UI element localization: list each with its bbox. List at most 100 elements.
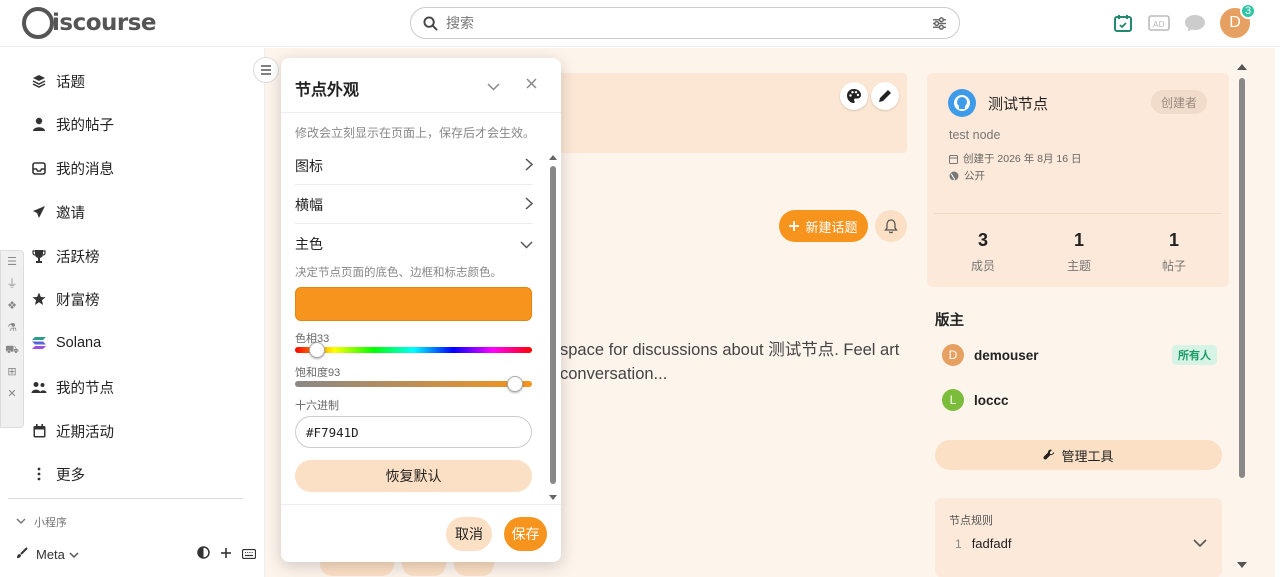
section-icon[interactable]: 图标 [295,147,534,185]
sidebar-item-topics[interactable]: 话题 [30,69,85,93]
stat-label: 主题 [1066,259,1091,273]
sidebar-item-my-messages[interactable]: 我的消息 [30,156,114,180]
hue-slider-handle[interactable] [308,342,325,358]
created-text: 创建于 2026 年 8月 16 日 [963,153,1082,165]
visibility-text: 公开 [964,170,985,182]
node-visibility: 公开 [949,168,985,183]
stat-label: 帖子 [1161,259,1186,273]
section-primary-color[interactable]: 主色 [295,225,533,263]
edit-button[interactable] [871,82,899,110]
plug-icon[interactable]: ⏚ [7,277,18,291]
section-banner[interactable]: 横幅 [295,186,534,224]
sidebar: 话题 我的帖子 我的消息 邀请 活跃榜 财富榜 Solana 我的节点 近期活动… [0,48,265,577]
primary-color-description: 决定节点页面的底色、边框和标志颜色。 [295,267,502,279]
scroll-down-icon[interactable] [549,495,557,500]
save-button[interactable]: 保存 [504,517,547,551]
restore-default-button[interactable]: 恢复默认 [295,460,532,492]
calendar-icon [949,154,958,164]
user-avatar[interactable]: D 3 [1220,3,1256,38]
brush-icon [16,546,28,562]
stat-value: 1 [1168,230,1179,250]
sidebar-section-mini-apps[interactable]: 小程序 [16,514,67,530]
palette-icon [847,89,861,103]
search-filter-icon[interactable] [932,16,947,31]
sidebar-item-my-posts[interactable]: 我的帖子 [30,112,114,136]
saturation-slider-handle[interactable] [507,376,524,392]
search-bar[interactable]: 搜索 [410,7,960,39]
sidebar-item-label: 更多 [56,467,85,484]
sidebar-item-my-nodes[interactable]: 我的节点 [30,375,114,399]
stats-divider [934,213,1222,214]
rule-item[interactable]: 1 fadfadf [955,536,1207,551]
popover-hint: 修改会立刻显示在页面上，保存后才会生效。 [295,126,536,140]
sidebar-item-solana[interactable]: Solana [30,331,101,355]
creator-badge: 创建者 [1151,90,1207,114]
flask-icon[interactable]: ⚗ [7,321,17,335]
theme-toggle-icon[interactable] [197,546,210,562]
moderator-row[interactable]: D demouser 所有人 [942,344,1217,366]
palette-button[interactable] [840,82,868,110]
popover-title: 节点外观 [295,82,360,99]
chevron-down-icon[interactable] [1193,536,1207,551]
chevron-down-icon[interactable] [69,547,79,562]
cart-icon[interactable]: ⊞ [7,365,16,379]
popover-header: 节点外观 [281,58,561,113]
new-topic-button[interactable]: 新建话题 [779,210,868,242]
scrollbar-thumb[interactable] [550,166,556,484]
saturation-slider[interactable] [295,376,532,392]
node-about-text: space for discussions about 测试节点. Feel a… [560,341,900,383]
chat-icon[interactable] [1184,12,1206,34]
meta-dropdown[interactable]: Meta [36,547,65,562]
stat-value: 3 [977,230,988,250]
sidebar-item-invite[interactable]: 邀请 [30,200,85,224]
close-icon[interactable] [526,76,537,94]
close-icon[interactable]: ✕ [7,387,16,401]
hamburger-icon [261,65,271,75]
saturation-label: 饱和度93 [295,367,341,379]
moderator-row[interactable]: L loccc [942,389,1217,411]
chevron-right-icon [525,157,534,174]
trophy-icon [30,247,48,265]
cubes-icon[interactable]: ❖ [7,299,17,313]
ad-icon[interactable]: AD [1148,12,1170,34]
user-icon [30,115,48,133]
moderators-title: 版主 [935,313,964,329]
sidebar-item-wealth-rank[interactable]: 财富榜 [30,287,100,311]
section-label: 小程序 [34,517,67,529]
chevron-down-icon[interactable] [487,78,500,96]
chevron-right-icon [525,196,534,213]
site-logo[interactable]: iscourse [22,6,157,40]
avatar: L [942,389,964,411]
sidebar-item-more[interactable]: 更多 [30,462,85,486]
section-label: 图标 [295,157,323,174]
cancel-button[interactable]: 取消 [446,517,492,551]
hue-slider[interactable] [295,342,532,358]
discourse-logo-icon [22,7,54,39]
popover-scrollbar[interactable] [549,153,557,500]
sidebar-item-label: 我的消息 [56,161,114,178]
chevron-down-icon [16,516,26,528]
scroll-up-icon[interactable] [549,155,557,160]
hex-color-input[interactable] [295,416,532,448]
sidebar-item-recent-activity[interactable]: 近期活动 [30,419,114,443]
svg-text:AD: AD [1153,20,1165,29]
truck-icon[interactable]: ⛟ [5,343,19,357]
calendar-check-icon[interactable] [1112,12,1134,34]
drag-handle-icon[interactable]: ☰ [7,255,17,269]
sidebar-item-activity-rank[interactable]: 活跃榜 [30,244,100,268]
scrollbar-thumb[interactable] [1239,78,1245,478]
keyboard-icon[interactable] [241,547,257,562]
avatar-letter: D [1229,14,1241,31]
avatar: D [942,344,964,366]
section-label: 主色 [295,236,323,252]
manage-tools-button[interactable]: 管理工具 [935,440,1222,470]
search-input[interactable]: 搜索 [446,13,932,33]
sidebar-toggle-button[interactable] [253,57,279,83]
scroll-down-icon[interactable] [1237,562,1247,568]
color-preview-swatch[interactable] [295,287,532,321]
wrench-icon [1043,449,1055,460]
scroll-up-icon[interactable] [1237,64,1247,70]
notification-level-button[interactable] [875,210,907,242]
plus-icon[interactable] [220,547,232,562]
page-scrollbar[interactable] [1237,62,1247,570]
